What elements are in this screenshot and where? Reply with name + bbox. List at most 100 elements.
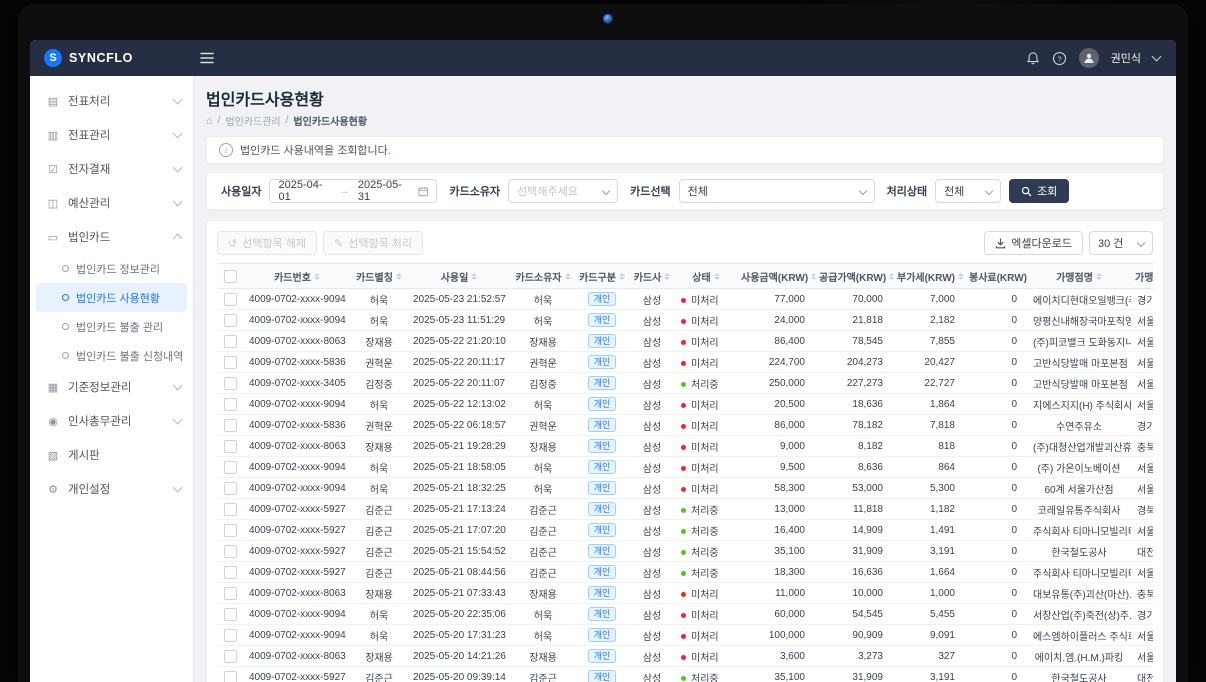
- table-row[interactable]: 4009-0702-xxxx-9094허욱2025-05-20 17:31:23…: [217, 625, 1153, 646]
- table-row[interactable]: 4009-0702-xxxx-5836권혁운2025-05-22 06:18:5…: [217, 415, 1153, 436]
- row-checkbox[interactable]: [224, 419, 237, 432]
- row-checkbox[interactable]: [224, 566, 237, 579]
- sort-icon[interactable]: [314, 273, 320, 280]
- row-checkbox[interactable]: [224, 440, 237, 453]
- column-header-vat[interactable]: 부가세(KRW): [893, 264, 965, 289]
- sidebar-subitem[interactable]: 법인카드 불출 신청내역: [36, 341, 187, 370]
- sidebar-subitem[interactable]: 법인카드 불출 관리: [36, 312, 187, 341]
- breadcrumb-item[interactable]: 법인카드관리: [225, 113, 280, 128]
- page-size-select[interactable]: 30 건: [1089, 231, 1153, 255]
- row-checkbox[interactable]: [224, 608, 237, 621]
- cell-supply: 78,182: [815, 415, 893, 436]
- notification-bell-icon[interactable]: [1026, 51, 1040, 66]
- sidebar-item-e-approval[interactable]: ☑전자결재: [30, 152, 193, 186]
- help-icon[interactable]: ?: [1052, 51, 1067, 66]
- sort-icon[interactable]: [1096, 273, 1102, 280]
- table-row[interactable]: 4009-0702-xxxx-8063장재용2025-05-22 21:20:1…: [217, 331, 1153, 352]
- status-select[interactable]: 전체: [935, 179, 1001, 203]
- chevron-down-icon[interactable]: [1152, 52, 1162, 62]
- cell-card_type: 개인: [575, 352, 629, 373]
- date-to[interactable]: 2025-05-31: [358, 179, 410, 203]
- table-row[interactable]: 4009-0702-xxxx-5927김준근2025-05-21 17:13:2…: [217, 499, 1153, 520]
- row-checkbox[interactable]: [224, 629, 237, 642]
- row-checkbox[interactable]: [224, 314, 237, 327]
- row-checkbox[interactable]: [224, 461, 237, 474]
- cell-amount: 24,000: [737, 310, 815, 331]
- sort-icon[interactable]: [958, 273, 964, 280]
- table-row[interactable]: 4009-0702-xxxx-9094허욱2025-05-23 11:51:29…: [217, 310, 1153, 331]
- table-row[interactable]: 4009-0702-xxxx-9094허욱2025-05-21 18:32:25…: [217, 478, 1153, 499]
- table-row[interactable]: 4009-0702-xxxx-9094허욱2025-05-21 18:58:05…: [217, 457, 1153, 478]
- sidebar-item-slip-management[interactable]: ▥전표관리: [30, 118, 193, 152]
- menu-toggle-icon[interactable]: [196, 48, 218, 68]
- column-header-status[interactable]: 상태: [675, 264, 737, 289]
- table-row[interactable]: 4009-0702-xxxx-8063장재용2025-05-20 14:21:2…: [217, 646, 1153, 667]
- date-range-picker[interactable]: 2025-04-01 → 2025-05-31: [269, 179, 437, 203]
- card-select[interactable]: 전체: [679, 179, 875, 203]
- card-owner-select[interactable]: 선택해주세요: [508, 179, 618, 203]
- table-row[interactable]: 4009-0702-xxxx-5927김준근2025-05-21 15:54:5…: [217, 541, 1153, 562]
- column-header-card_co[interactable]: 카드사: [629, 264, 675, 289]
- search-button[interactable]: 조회: [1009, 179, 1069, 203]
- page-size-value: 30 건: [1098, 235, 1123, 251]
- row-checkbox[interactable]: [224, 398, 237, 411]
- column-header-card_no[interactable]: 카드번호: [243, 264, 351, 289]
- row-checkbox[interactable]: [224, 335, 237, 348]
- user-name[interactable]: 권민식: [1111, 50, 1141, 66]
- select-all-checkbox[interactable]: [224, 270, 237, 283]
- sort-icon[interactable]: [714, 273, 720, 280]
- excel-download-button[interactable]: 엑셀다운로드: [984, 231, 1083, 255]
- sidebar-item-board[interactable]: ▧게시판: [30, 438, 193, 472]
- row-checkbox[interactable]: [224, 545, 237, 558]
- sort-icon[interactable]: [889, 273, 893, 280]
- column-header-amount[interactable]: 사용금액(KRW): [737, 264, 815, 289]
- column-header-card_type[interactable]: 카드구분: [575, 264, 629, 289]
- table-row[interactable]: 4009-0702-xxxx-9094허욱2025-05-20 22:35:06…: [217, 604, 1153, 625]
- table-row[interactable]: 4009-0702-xxxx-3405김정중2025-05-22 20:11:0…: [217, 373, 1153, 394]
- date-from[interactable]: 2025-04-01: [278, 179, 330, 203]
- sidebar-item-corp-card[interactable]: ▭법인카드: [30, 220, 193, 254]
- sort-icon[interactable]: [396, 273, 402, 280]
- row-checkbox[interactable]: [224, 293, 237, 306]
- sort-icon[interactable]: [471, 273, 477, 280]
- row-checkbox[interactable]: [224, 671, 237, 682]
- row-checkbox[interactable]: [224, 482, 237, 495]
- user-avatar[interactable]: [1079, 48, 1099, 68]
- row-checkbox[interactable]: [224, 503, 237, 516]
- column-header-owner[interactable]: 카드소유자: [511, 264, 575, 289]
- table-row[interactable]: 4009-0702-xxxx-5927김준근2025-05-21 17:07:2…: [217, 520, 1153, 541]
- column-header-used_at[interactable]: 사용일: [407, 264, 511, 289]
- column-header-address[interactable]: 가맹점주소: [1131, 264, 1153, 289]
- sidebar-item-hr-admin[interactable]: ◉인사총무관리: [30, 404, 193, 438]
- row-checkbox[interactable]: [224, 650, 237, 663]
- sort-icon[interactable]: [619, 273, 625, 280]
- table-row[interactable]: 4009-0702-xxxx-9094허욱2025-05-23 21:52:57…: [217, 289, 1153, 310]
- app-logo[interactable]: S SYNCFLO: [30, 49, 194, 67]
- row-checkbox[interactable]: [224, 587, 237, 600]
- process-button[interactable]: ✎ 선택항목 처리: [323, 231, 423, 255]
- column-header-merchant[interactable]: 가맹점명: [1027, 264, 1131, 289]
- home-icon[interactable]: ⌂: [206, 116, 213, 126]
- sort-icon[interactable]: [664, 273, 670, 280]
- sidebar-item-master-info[interactable]: ▦기준정보관리: [30, 370, 193, 404]
- sidebar-item-personal[interactable]: ⚙개인설정: [30, 472, 193, 506]
- column-header-supply[interactable]: 공급가액(KRW): [815, 264, 893, 289]
- table-row[interactable]: 4009-0702-xxxx-8063장재용2025-05-21 19:28:2…: [217, 436, 1153, 457]
- sidebar-item-slip-processing[interactable]: ▤전표처리: [30, 84, 193, 118]
- table-row[interactable]: 4009-0702-xxxx-5836권혁운2025-05-22 20:11:1…: [217, 352, 1153, 373]
- table-row[interactable]: 4009-0702-xxxx-5927김준근2025-05-20 09:39:1…: [217, 667, 1153, 682]
- sort-icon[interactable]: [565, 273, 571, 280]
- sidebar-item-budget[interactable]: ◫예산관리: [30, 186, 193, 220]
- table-row[interactable]: 4009-0702-xxxx-9094허욱2025-05-22 12:13:02…: [217, 394, 1153, 415]
- sidebar-subitem[interactable]: 법인카드 정보관리: [36, 254, 187, 283]
- row-checkbox[interactable]: [224, 524, 237, 537]
- sort-icon[interactable]: [811, 273, 815, 280]
- table-row[interactable]: 4009-0702-xxxx-8063장재용2025-05-21 07:33:4…: [217, 583, 1153, 604]
- column-header-alias[interactable]: 카드별칭: [351, 264, 407, 289]
- column-header-service_fee[interactable]: 봉사료(KRW): [965, 264, 1027, 289]
- row-checkbox[interactable]: [224, 377, 237, 390]
- sidebar-subitem[interactable]: 법인카드 사용현황: [36, 283, 187, 312]
- row-checkbox[interactable]: [224, 356, 237, 369]
- table-row[interactable]: 4009-0702-xxxx-5927김준근2025-05-21 08:44:5…: [217, 562, 1153, 583]
- deselect-button[interactable]: ↺ 선택항목 해제: [217, 231, 317, 255]
